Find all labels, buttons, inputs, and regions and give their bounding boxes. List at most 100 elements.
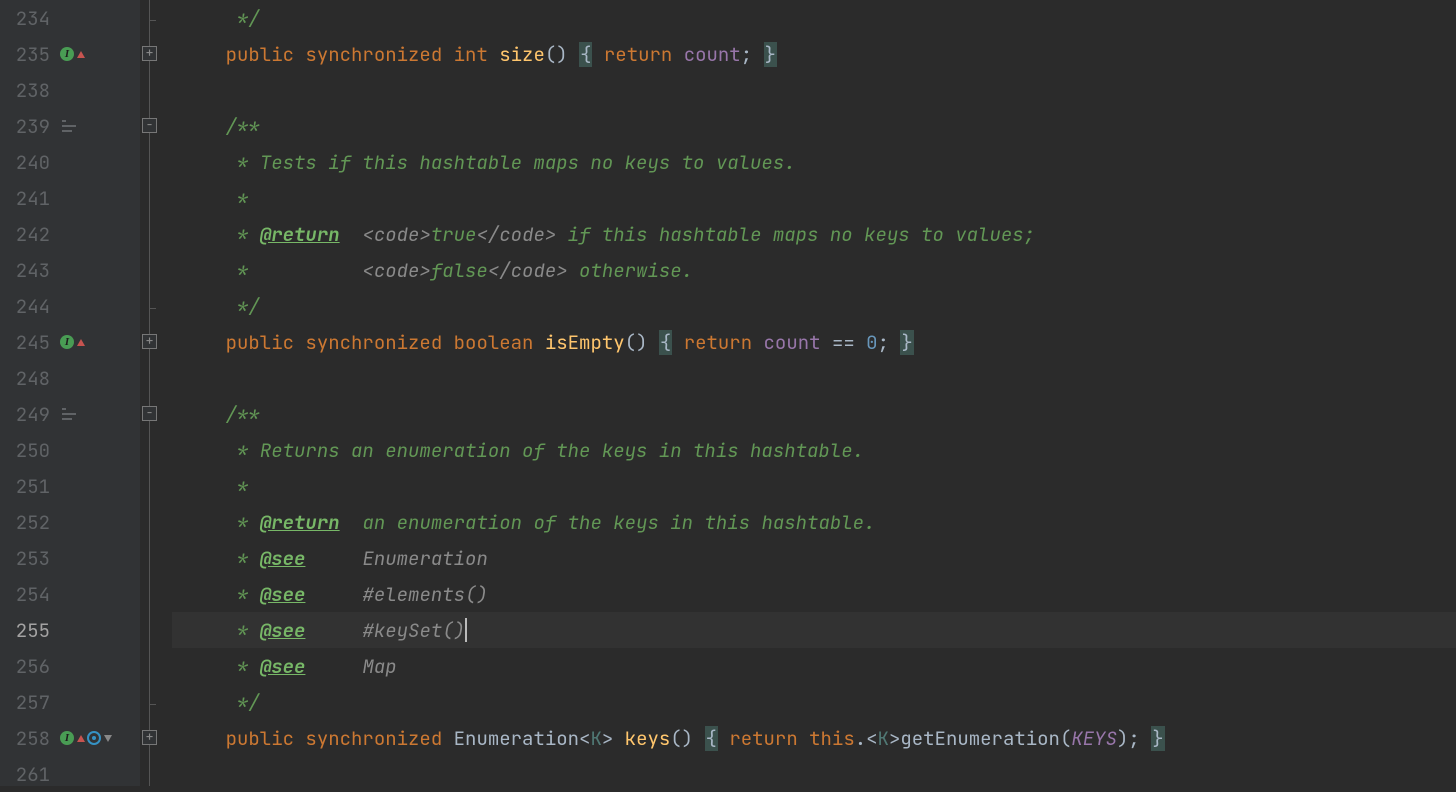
code-line[interactable] xyxy=(172,72,1456,108)
gutter-row[interactable]: 254 xyxy=(0,576,140,612)
override-icon[interactable] xyxy=(87,731,101,745)
gutter-row[interactable]: 234 xyxy=(0,0,140,36)
gutter-row[interactable]: 251 xyxy=(0,468,140,504)
text-caret xyxy=(465,618,467,642)
javadoc-see-tag: @see xyxy=(260,582,306,607)
fold-rail xyxy=(140,0,172,786)
javadoc-start: /** xyxy=(226,114,260,139)
line-number: 253 xyxy=(0,546,60,571)
code-line[interactable]: * @see Map xyxy=(172,648,1456,684)
method-keys: keys xyxy=(625,726,671,751)
fold-end-icon xyxy=(149,14,156,21)
line-number: 242 xyxy=(0,222,60,247)
code-line[interactable] xyxy=(172,360,1456,396)
code-line[interactable]: /** xyxy=(172,108,1456,144)
arrow-up-icon xyxy=(77,51,85,58)
code-line[interactable]: * Returns an enumeration of the keys in … xyxy=(172,432,1456,468)
gutter-row[interactable]: 257 xyxy=(0,684,140,720)
line-number: 257 xyxy=(0,690,60,715)
constant-keys: KEYS xyxy=(1071,726,1117,751)
gutter: 234 235 238 239 240 241 242 243 244 245 248 249 250 2… xyxy=(0,0,140,786)
javadoc-see-tag: @see xyxy=(260,546,306,571)
gutter-row[interactable]: 240 xyxy=(0,144,140,180)
gutter-row[interactable]: 252 xyxy=(0,504,140,540)
fold-expand-icon[interactable] xyxy=(142,730,157,745)
type-enumeration: Enumeration xyxy=(454,726,579,751)
implements-icon[interactable] xyxy=(60,335,74,349)
code-line[interactable]: */ xyxy=(172,288,1456,324)
fold-collapse-icon[interactable] xyxy=(142,118,157,133)
arrow-up-icon xyxy=(77,339,85,346)
code-line[interactable]: public synchronized int size() { return … xyxy=(172,36,1456,72)
gutter-row[interactable]: 258 xyxy=(0,720,140,756)
gutter-row[interactable]: 261 xyxy=(0,756,140,792)
keyword-public: public xyxy=(226,42,294,67)
code-line[interactable]: */ xyxy=(172,0,1456,36)
line-number: 234 xyxy=(0,6,60,31)
method-isempty: isEmpty xyxy=(545,330,625,355)
line-number: 245 xyxy=(0,330,60,355)
render-doc-icon[interactable] xyxy=(62,120,76,132)
comment-text: Tests if this hashtable maps no keys to … xyxy=(260,150,796,175)
keyword-int: int xyxy=(454,42,488,67)
code-line[interactable]: public synchronized boolean isEmpty() { … xyxy=(172,324,1456,360)
line-number: 255 xyxy=(0,618,60,643)
gutter-row[interactable]: 239 xyxy=(0,108,140,144)
code-area[interactable]: */ public synchronized int size() { retu… xyxy=(172,0,1456,786)
gutter-row[interactable]: 243 xyxy=(0,252,140,288)
arrow-up-icon xyxy=(77,735,85,742)
gutter-row[interactable]: 241 xyxy=(0,180,140,216)
fold-end-icon xyxy=(149,698,156,705)
gutter-row[interactable]: 244 xyxy=(0,288,140,324)
code-line[interactable]: * xyxy=(172,180,1456,216)
code-line[interactable]: /** xyxy=(172,396,1456,432)
line-number: 256 xyxy=(0,654,60,679)
line-number: 251 xyxy=(0,474,60,499)
gutter-row[interactable]: 245 xyxy=(0,324,140,360)
arrow-down-icon xyxy=(104,735,112,742)
gutter-row[interactable]: 250 xyxy=(0,432,140,468)
line-number: 254 xyxy=(0,582,60,607)
code-line-current[interactable]: * @see #keySet() xyxy=(172,612,1456,648)
field-count: count xyxy=(684,42,741,67)
comment-end: */ xyxy=(237,6,260,31)
line-number: 235 xyxy=(0,42,60,67)
fold-collapse-icon[interactable] xyxy=(142,406,157,421)
code-line[interactable]: * @see #elements() xyxy=(172,576,1456,612)
javadoc-see-tag: @see xyxy=(260,654,306,679)
gutter-row[interactable]: 242 xyxy=(0,216,140,252)
javadoc-return-tag: @return xyxy=(260,510,340,535)
gutter-row[interactable]: 248 xyxy=(0,360,140,396)
code-line[interactable]: * @see Enumeration xyxy=(172,540,1456,576)
line-number: 238 xyxy=(0,78,60,103)
gutter-row[interactable]: 238 xyxy=(0,72,140,108)
line-number: 240 xyxy=(0,150,60,175)
gutter-row[interactable]: 249 xyxy=(0,396,140,432)
gutter-row[interactable]: 256 xyxy=(0,648,140,684)
line-number: 241 xyxy=(0,186,60,211)
code-line[interactable]: */ xyxy=(172,684,1456,720)
code-line[interactable]: * @return <code>true</code> if this hash… xyxy=(172,216,1456,252)
javadoc-return-tag: @return xyxy=(260,222,340,247)
implements-icon[interactable] xyxy=(60,731,74,745)
line-number: 249 xyxy=(0,402,60,427)
code-line[interactable]: * xyxy=(172,468,1456,504)
gutter-row[interactable]: 255 xyxy=(0,612,140,648)
line-number: 258 xyxy=(0,726,60,751)
code-line[interactable]: * @return an enumeration of the keys in … xyxy=(172,504,1456,540)
gutter-row[interactable]: 235 xyxy=(0,36,140,72)
code-line[interactable]: * Tests if this hashtable maps no keys t… xyxy=(172,144,1456,180)
code-line[interactable]: public synchronized Enumeration<K> keys(… xyxy=(172,720,1456,756)
keyword-synchronized: synchronized xyxy=(305,42,442,67)
line-number: 248 xyxy=(0,366,60,391)
fold-end-icon xyxy=(149,302,156,309)
line-number: 252 xyxy=(0,510,60,535)
fold-expand-icon[interactable] xyxy=(142,46,157,61)
code-line[interactable] xyxy=(172,756,1456,792)
render-doc-icon[interactable] xyxy=(62,408,76,420)
line-number: 244 xyxy=(0,294,60,319)
gutter-row[interactable]: 253 xyxy=(0,540,140,576)
implements-icon[interactable] xyxy=(60,47,74,61)
code-line[interactable]: * <code>false</code> otherwise. xyxy=(172,252,1456,288)
fold-expand-icon[interactable] xyxy=(142,334,157,349)
